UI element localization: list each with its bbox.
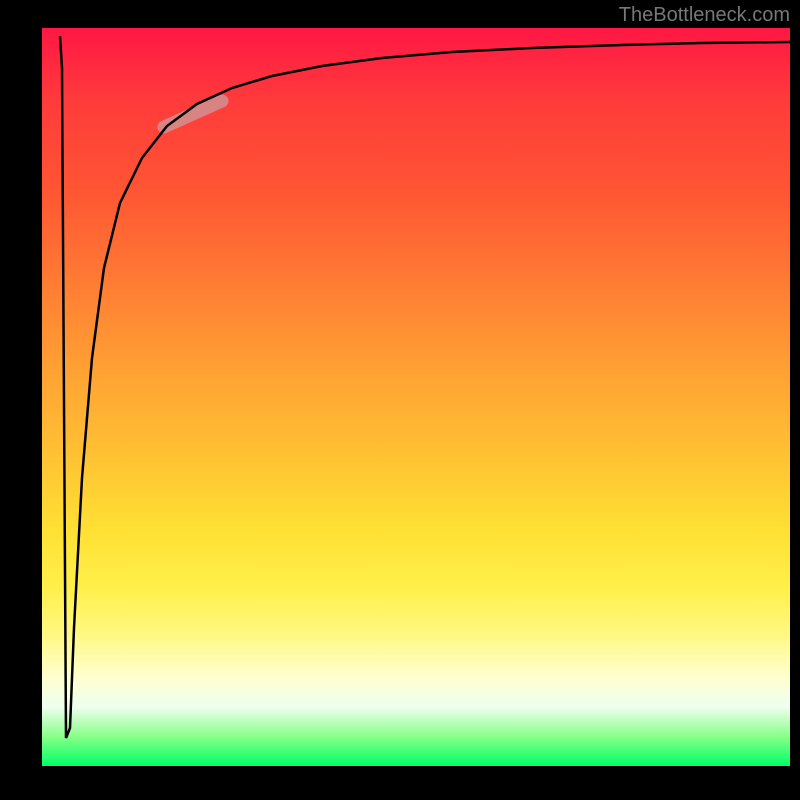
bottleneck-curve (60, 36, 790, 738)
watermark-text: TheBottleneck.com (619, 4, 790, 27)
chart-curve-layer (42, 28, 790, 766)
